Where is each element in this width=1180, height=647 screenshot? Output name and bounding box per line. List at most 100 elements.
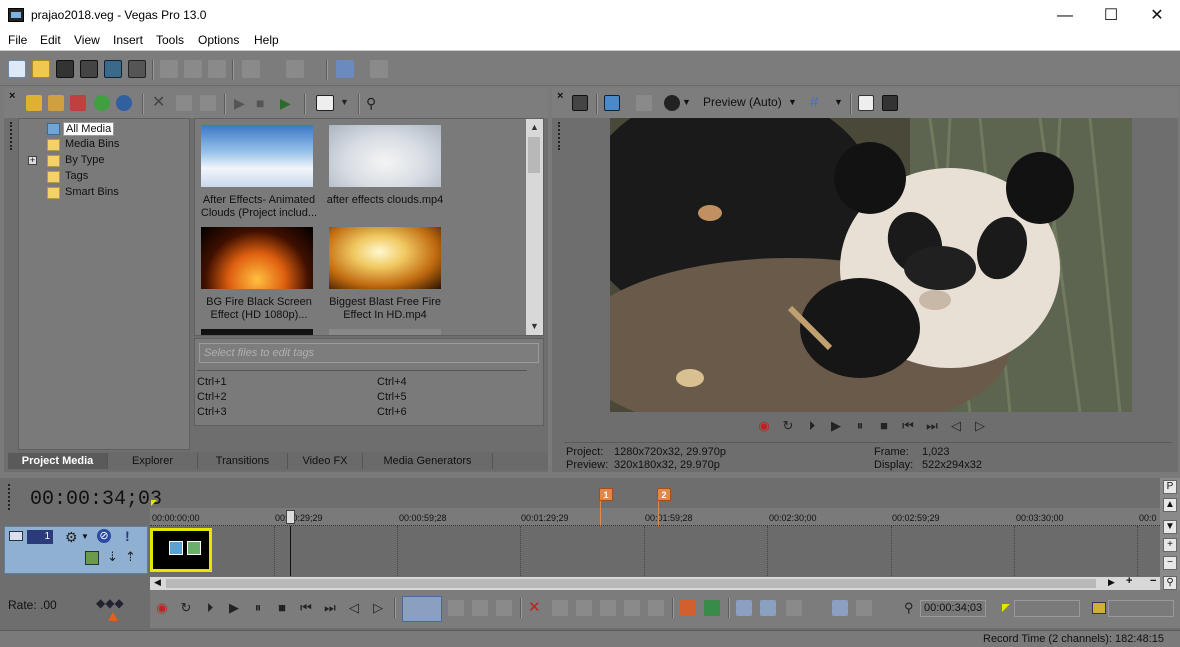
undo-icon[interactable]	[242, 60, 260, 78]
clip-pan-crop-icon[interactable]	[169, 541, 183, 555]
lock-envelopes-icon[interactable]	[856, 600, 872, 616]
media-fx-icon[interactable]	[116, 95, 132, 111]
go-to-end-icon[interactable]: ⏭	[924, 418, 940, 434]
delete-icon[interactable]: ✕	[152, 95, 168, 111]
clip-fx-icon[interactable]	[187, 541, 201, 555]
zoom-in-track-icon[interactable]: +	[1163, 538, 1177, 552]
copy-snapshot-icon[interactable]	[858, 95, 874, 111]
preview-quality-dropdown-icon[interactable]: ▼	[788, 97, 797, 107]
video-output-fx-icon[interactable]	[664, 95, 680, 111]
rate-indicator-icon[interactable]	[108, 612, 118, 621]
tag-shortcut[interactable]: Ctrl+1	[197, 376, 227, 388]
pause-icon[interactable]: ⏸	[852, 418, 868, 434]
cursor-position-field[interactable]: 00:00:34;03	[920, 600, 986, 617]
menu-tools[interactable]: Tools	[156, 33, 184, 47]
compositing-child-icon[interactable]: ⇣	[107, 549, 118, 565]
tags-input[interactable]: Select files to edit tags	[199, 343, 539, 363]
scrollbar-thumb[interactable]	[166, 579, 1096, 588]
render-as-icon[interactable]	[104, 60, 122, 78]
track-fx-icon[interactable]: ⚙	[65, 529, 78, 546]
track-motion-icon[interactable]	[85, 551, 99, 565]
selection-start-field[interactable]	[1014, 600, 1080, 617]
menu-help[interactable]: Help	[254, 33, 279, 47]
go-to-end-icon[interactable]: ⏭	[322, 600, 338, 616]
panel-close-icon[interactable]: ×	[557, 90, 563, 102]
media-generators-icon[interactable]	[200, 95, 216, 111]
views-icon[interactable]	[316, 95, 334, 111]
get-media-from-web-icon[interactable]	[70, 95, 86, 111]
envelope-edit-tool-icon[interactable]	[448, 600, 464, 616]
trim-end-icon[interactable]	[600, 600, 616, 616]
scrollbar-thumb[interactable]	[528, 137, 540, 173]
video-track-lane[interactable]	[150, 526, 1160, 576]
video-track-header[interactable]: 1 ⚙ ▼ ⊘ ! ⇣ ⇡	[4, 526, 148, 574]
zoom-out-time-icon[interactable]: −	[1150, 575, 1156, 587]
timeline-ruler[interactable]: 00:00:00;00 00:00:29;29 00:00:59;28 00:0…	[150, 508, 1160, 526]
project-properties-icon[interactable]	[572, 95, 588, 111]
panel-grip[interactable]	[558, 122, 561, 150]
timeline-grip[interactable]	[8, 484, 11, 510]
loop-playback-icon[interactable]: ↻	[178, 600, 194, 616]
scroll-up-icon[interactable]: ▲	[1163, 498, 1177, 512]
menu-view[interactable]: View	[74, 33, 100, 47]
next-frame-icon[interactable]: ▷	[972, 418, 988, 434]
play-icon[interactable]: ▶	[226, 600, 242, 616]
video-clip[interactable]	[150, 528, 212, 572]
zoom-edit-tool-icon[interactable]	[496, 600, 512, 616]
marker-1[interactable]: 1	[599, 488, 613, 501]
record-icon[interactable]: ◉	[756, 418, 772, 434]
marker-2[interactable]: 2	[657, 488, 671, 501]
compositing-parent-icon[interactable]: ⇡	[125, 549, 136, 565]
menu-options[interactable]: Options	[198, 33, 239, 47]
expand-icon[interactable]: +	[28, 156, 37, 165]
next-frame-icon[interactable]: ▷	[370, 600, 386, 616]
trim-icon[interactable]	[552, 600, 568, 616]
previous-frame-icon[interactable]: ◁	[346, 600, 362, 616]
close-button[interactable]: ✕	[1134, 0, 1180, 31]
playhead-handle[interactable]	[286, 510, 295, 524]
selection-length-field[interactable]	[1108, 600, 1174, 617]
tab-media-generators[interactable]: Media Generators	[363, 453, 493, 469]
remove-unused-media-icon[interactable]	[94, 95, 110, 111]
split-screen-icon[interactable]	[636, 95, 652, 111]
enable-snapping-icon[interactable]	[336, 60, 354, 78]
auto-preview-icon[interactable]: ▶	[280, 95, 296, 111]
overlays-grid-icon[interactable]: #	[810, 95, 826, 111]
overlays-dropdown-icon[interactable]: ▼	[834, 97, 843, 107]
tab-explorer[interactable]: Explorer	[108, 453, 198, 469]
enable-snapping-icon[interactable]	[832, 600, 848, 616]
pause-icon[interactable]: ⏸	[250, 600, 266, 616]
play-from-start-icon[interactable]: ⏵	[804, 418, 820, 434]
loop-region-start[interactable]	[151, 500, 157, 506]
delete-icon[interactable]: ✕	[528, 600, 544, 616]
media-thumbnail[interactable]	[329, 329, 441, 335]
capture-video-icon[interactable]	[48, 95, 64, 111]
panel-close-icon[interactable]: ×	[9, 90, 15, 102]
scroll-right-icon[interactable]: ▶	[1108, 577, 1115, 588]
zoom-in-time-icon[interactable]: +	[1126, 575, 1132, 587]
ignore-event-grouping-icon[interactable]	[786, 600, 802, 616]
go-to-start-icon[interactable]: ⏮	[298, 600, 314, 616]
tag-shortcut[interactable]: Ctrl+3	[197, 406, 227, 418]
external-monitor-icon[interactable]	[604, 95, 620, 111]
media-thumbnail[interactable]	[201, 227, 313, 289]
start-preview-icon[interactable]: ▶	[234, 95, 250, 111]
media-thumbnail[interactable]	[329, 125, 441, 187]
timeline-scrollbar[interactable]: ◀ ▶ + −	[150, 575, 1180, 590]
play-icon[interactable]: ▶	[828, 418, 844, 434]
playhead-cursor[interactable]	[290, 526, 291, 576]
previous-frame-icon[interactable]: ◁	[948, 418, 964, 434]
menu-insert[interactable]: Insert	[113, 33, 143, 47]
copy-icon[interactable]	[184, 60, 202, 78]
tab-project-media[interactable]: Project Media	[8, 453, 108, 469]
play-from-start-icon[interactable]: ⏵	[202, 600, 218, 616]
scroll-left-icon[interactable]: ◀	[154, 577, 161, 588]
menu-file[interactable]: File	[8, 33, 27, 47]
menu-edit[interactable]: Edit	[40, 33, 61, 47]
properties-icon[interactable]	[128, 60, 146, 78]
save-as-icon[interactable]	[80, 60, 98, 78]
loop-playback-icon[interactable]: ↻	[780, 418, 796, 434]
lock-icon[interactable]	[648, 600, 664, 616]
trim-start-icon[interactable]	[576, 600, 592, 616]
auto-ripple-icon[interactable]	[736, 600, 752, 616]
